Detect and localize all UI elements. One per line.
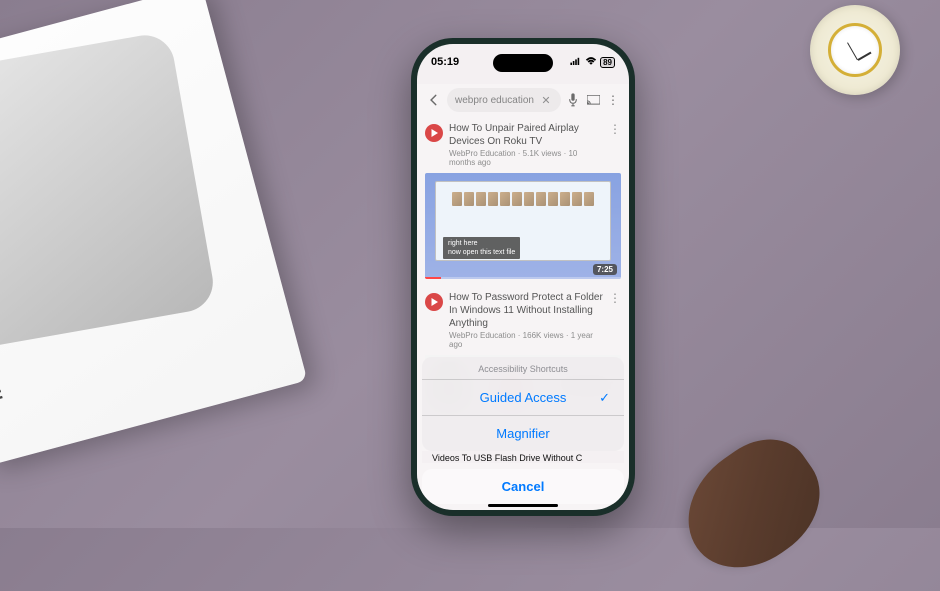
- screen: 05:19 89 webpro educa: [417, 44, 629, 510]
- magnifier-option[interactable]: Magnifier: [422, 415, 624, 451]
- status-right: 89: [570, 56, 615, 68]
- checkmark-icon: ✓: [599, 390, 610, 406]
- battery-level: 89: [600, 57, 615, 68]
- dynamic-island: [493, 54, 553, 72]
- action-sheet-group: Accessibility Shortcuts Guided Access ✓ …: [422, 357, 624, 451]
- accessibility-action-sheet: Accessibility Shortcuts Guided Access ✓ …: [422, 357, 624, 504]
- cancel-button[interactable]: Cancel: [422, 469, 624, 504]
- clock-face: [828, 23, 882, 77]
- box-artwork: [0, 31, 218, 350]
- battery-indicator: 89: [600, 57, 615, 68]
- clock-hour-hand: [858, 52, 872, 61]
- home-indicator[interactable]: [488, 504, 558, 507]
- wifi-icon: [585, 56, 597, 68]
- status-time: 05:19: [431, 56, 459, 68]
- iphone-device: 05:19 89 webpro educa: [411, 38, 635, 516]
- partial-video-title: Videos To USB Flash Drive Without C: [422, 451, 624, 463]
- desk-clock: [810, 5, 900, 95]
- guided-access-option[interactable]: Guided Access ✓: [422, 379, 624, 415]
- clock-minute-hand: [847, 42, 858, 60]
- finger: [664, 421, 842, 591]
- iphone-box-prop: iPhone: [0, 0, 307, 466]
- signal-icon: [570, 56, 582, 68]
- action-sheet-title: Accessibility Shortcuts: [422, 357, 624, 379]
